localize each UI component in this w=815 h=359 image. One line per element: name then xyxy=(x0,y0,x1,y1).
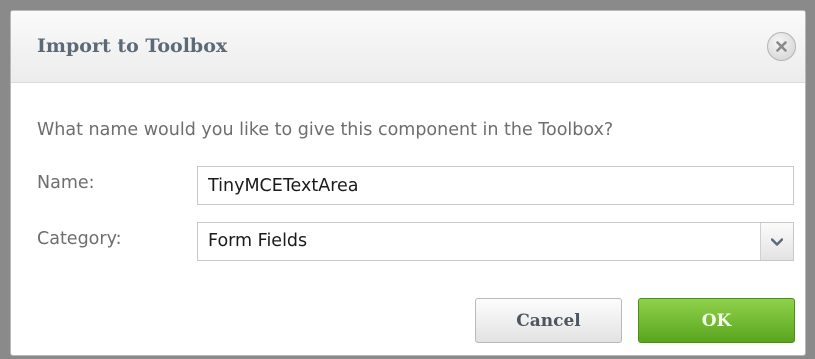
name-input[interactable] xyxy=(197,166,794,205)
dialog-title: Import to Toolbox xyxy=(37,35,228,57)
ok-button[interactable]: OK xyxy=(638,298,795,343)
cancel-button[interactable]: Cancel xyxy=(475,298,622,343)
category-select[interactable]: Form Fields xyxy=(197,222,794,261)
cancel-button-label: Cancel xyxy=(516,310,581,331)
close-icon xyxy=(776,41,787,52)
dialog-titlebar: Import to Toolbox xyxy=(11,11,805,83)
ok-button-label: OK xyxy=(701,310,732,331)
dialog-prompt: What name would you like to give this co… xyxy=(37,120,614,140)
chevron-down-icon xyxy=(771,237,783,246)
close-button[interactable] xyxy=(767,32,796,61)
name-label: Name: xyxy=(37,173,95,193)
category-dropdown-toggle[interactable] xyxy=(760,223,793,260)
category-selected-value: Form Fields xyxy=(208,231,308,251)
import-to-toolbox-dialog: Import to Toolbox What name would you li… xyxy=(10,10,806,356)
category-label: Category: xyxy=(37,229,122,249)
